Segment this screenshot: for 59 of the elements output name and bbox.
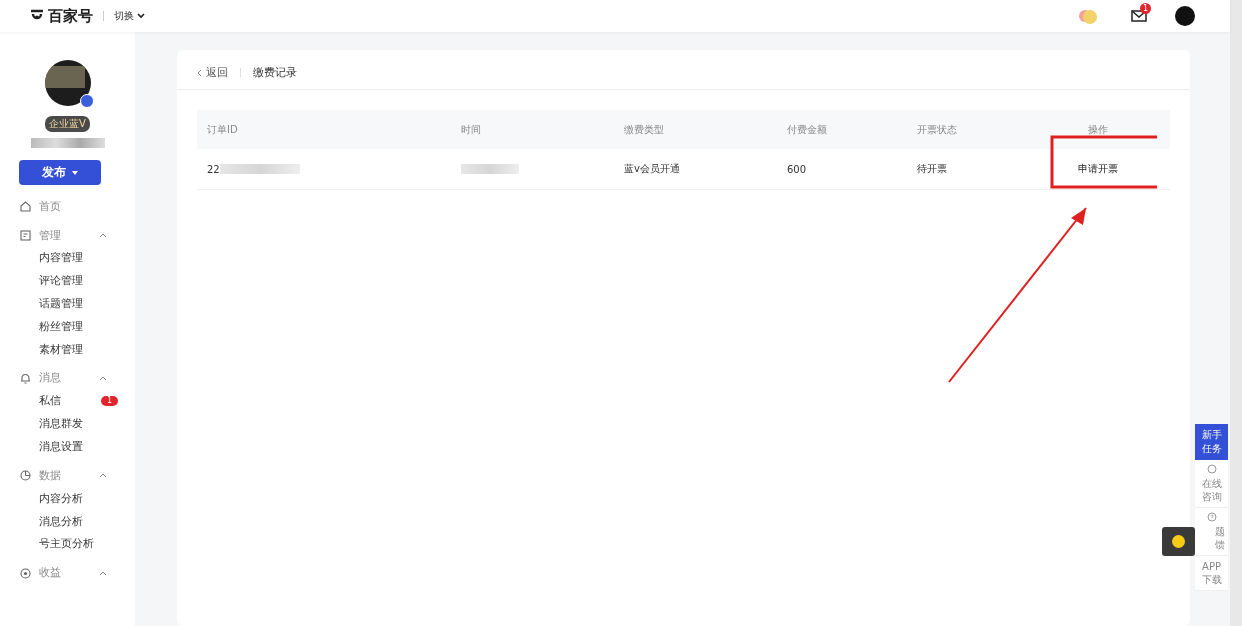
logo-text[interactable]: 百家号 bbox=[48, 6, 93, 26]
back-link[interactable]: 返回 bbox=[197, 65, 228, 80]
newbie-task-button[interactable]: 新手任务 bbox=[1195, 424, 1228, 460]
notification-badge: 1 bbox=[1140, 3, 1152, 14]
column-header: 付费金额 bbox=[786, 122, 828, 137]
apply-invoice-link[interactable]: 申请开票 bbox=[1078, 162, 1118, 176]
app-download-link[interactable]: APP下载 bbox=[1201, 560, 1222, 586]
chat-icon[interactable] bbox=[1206, 464, 1217, 474]
nav-item[interactable]: 内容分析 bbox=[39, 491, 85, 506]
nav-item[interactable]: 消息分析 bbox=[39, 514, 85, 529]
column-header: 开票状态 bbox=[916, 122, 958, 137]
nav-item[interactable]: 粉丝管理 bbox=[39, 319, 85, 334]
nav-section[interactable]: 首页 bbox=[39, 199, 89, 214]
chevron-left-icon bbox=[197, 68, 202, 77]
nav-item[interactable]: 素材管理 bbox=[39, 342, 85, 357]
home-icon bbox=[20, 201, 31, 212]
column-header: 时间 bbox=[460, 122, 482, 137]
column-header: 订单ID bbox=[206, 122, 239, 137]
nav-section[interactable]: 消息 bbox=[39, 371, 89, 386]
nav-item[interactable]: 私信 bbox=[39, 394, 85, 409]
nav-item[interactable]: 消息设置 bbox=[39, 439, 85, 454]
nav-item[interactable]: 评论管理 bbox=[39, 274, 85, 289]
nav-item[interactable]: 号主页分析 bbox=[39, 537, 94, 552]
publish-button[interactable]: 发布 bbox=[19, 160, 101, 185]
page-title: 缴费记录 bbox=[253, 65, 297, 80]
switch-dropdown[interactable]: 切换 bbox=[114, 9, 145, 23]
nav-item[interactable]: 内容管理 bbox=[39, 251, 85, 266]
floating-button[interactable] bbox=[1162, 527, 1195, 556]
redacted-time bbox=[461, 164, 519, 174]
caret-icon bbox=[137, 13, 145, 19]
nav-item[interactable]: 消息群发 bbox=[39, 417, 85, 432]
user-avatar[interactable] bbox=[1175, 6, 1195, 26]
count-badge: 1 bbox=[101, 396, 119, 407]
online-consult-link[interactable]: 在线咨询 bbox=[1201, 477, 1222, 503]
bell-icon bbox=[20, 373, 31, 384]
column-header: 缴费类型 bbox=[623, 122, 665, 137]
nav-section[interactable]: 收益 bbox=[39, 566, 89, 581]
nav-section[interactable]: 管理 bbox=[39, 228, 89, 243]
table-cell-text: 待开票 bbox=[916, 162, 948, 176]
question-icon[interactable] bbox=[1206, 512, 1217, 522]
nav-item[interactable]: 话题管理 bbox=[39, 297, 85, 311]
table-cell-text: 蓝v会员开通 bbox=[623, 162, 681, 176]
chevron-up-icon[interactable] bbox=[99, 233, 107, 238]
scrollbar[interactable] bbox=[1230, 0, 1242, 626]
mail-icon[interactable] bbox=[1131, 10, 1147, 22]
chevron-up-icon[interactable] bbox=[99, 376, 107, 381]
column-header: 操作 bbox=[1087, 122, 1109, 137]
table-cell-text: 600 bbox=[786, 163, 808, 175]
chevron-up-icon[interactable] bbox=[99, 570, 107, 576]
nav-section[interactable]: 数据 bbox=[39, 468, 89, 483]
pie-chart-icon bbox=[20, 470, 31, 482]
enterprise-badge: 企业蓝V bbox=[45, 116, 90, 132]
feedback-link[interactable]: 题馈 bbox=[1215, 525, 1225, 551]
document-icon bbox=[20, 230, 31, 241]
coin-icon bbox=[20, 567, 31, 579]
profile-avatar bbox=[44, 60, 91, 106]
caret-icon bbox=[72, 170, 78, 175]
chevron-up-icon[interactable] bbox=[99, 473, 107, 479]
table-cell: 22 bbox=[207, 163, 220, 175]
